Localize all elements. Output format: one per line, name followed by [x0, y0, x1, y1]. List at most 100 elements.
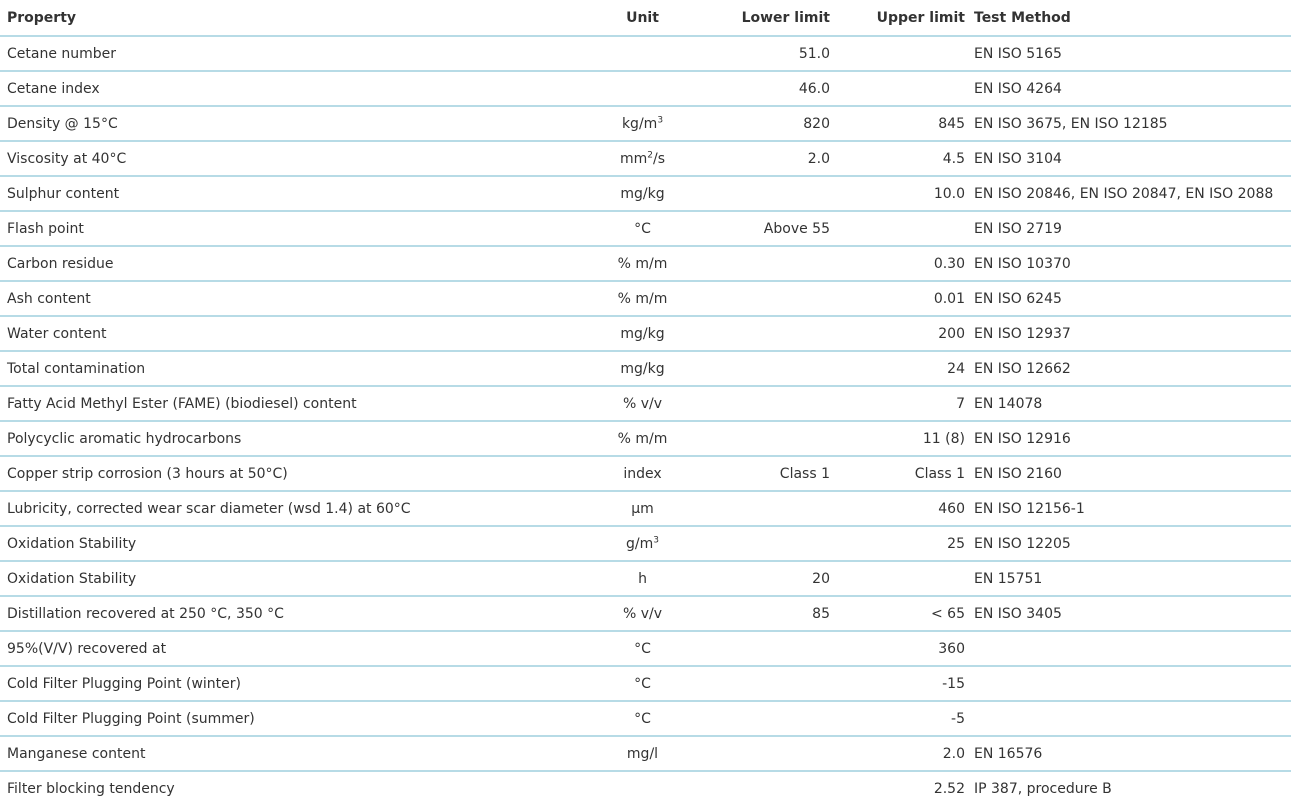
cell-test-method: EN 14078: [965, 386, 1291, 422]
cell-lower-limit: [720, 176, 830, 212]
cell-property: Flash point: [0, 211, 565, 247]
cell-test-method: EN ISO 2719: [965, 211, 1291, 247]
cell-property: Ash content: [0, 281, 565, 317]
cell-lower-limit: 85: [720, 596, 830, 632]
cell-upper-limit: 200: [830, 316, 965, 352]
cell-property: Density @ 15°C: [0, 106, 565, 142]
table-row: Carbon residue % m/m 0.30 EN ISO 10370: [0, 246, 1291, 282]
header-unit: Unit: [565, 0, 720, 37]
table-row: Cold Filter Plugging Point (summer) °C -5: [0, 701, 1291, 737]
cell-lower-limit: 2.0: [720, 141, 830, 177]
table-row: Oxidation Stability h 20 EN 15751: [0, 561, 1291, 597]
cell-test-method: EN ISO 2160: [965, 456, 1291, 492]
table-row: Water content mg/kg 200 EN ISO 12937: [0, 316, 1291, 352]
cell-property: Oxidation Stability: [0, 561, 565, 597]
cell-lower-limit: Class 1: [720, 456, 830, 492]
table-row: 95%(V/V) recovered at °C 360: [0, 631, 1291, 667]
cell-unit: kg/m3: [565, 106, 720, 142]
cell-unit: °C: [565, 211, 720, 247]
unit-text: % m/m: [617, 255, 668, 272]
unit-text: % m/m: [617, 430, 668, 447]
table-row: Density @ 15°C kg/m3 820 845 EN ISO 3675, EN…: [0, 106, 1291, 142]
cell-lower-limit: Above 55: [720, 211, 830, 247]
cell-lower-limit: [720, 666, 830, 702]
unit-text: h: [638, 570, 647, 587]
cell-unit: % m/m: [565, 421, 720, 457]
unit-text: °C: [634, 640, 651, 657]
cell-property: Viscosity at 40°C: [0, 141, 565, 177]
cell-property: Carbon residue: [0, 246, 565, 282]
cell-upper-limit: 4.5: [830, 141, 965, 177]
cell-upper-limit: Class 1: [830, 456, 965, 492]
table-row: Flash point °C Above 55 EN ISO 2719: [0, 211, 1291, 247]
unit-text: µm: [631, 500, 654, 517]
cell-upper-limit: 2.0: [830, 736, 965, 772]
cell-upper-limit: -15: [830, 666, 965, 702]
cell-unit: mg/l: [565, 736, 720, 772]
cell-lower-limit: [720, 631, 830, 667]
cell-unit: % m/m: [565, 246, 720, 282]
table-row: Distillation recovered at 250 °C, 350 °C…: [0, 596, 1291, 632]
cell-test-method: EN ISO 5165: [965, 36, 1291, 72]
cell-upper-limit: 10.0: [830, 176, 965, 212]
cell-lower-limit: [720, 421, 830, 457]
cell-test-method: EN ISO 3675, EN ISO 12185: [965, 106, 1291, 142]
table-row: Fatty Acid Methyl Ester (FAME) (biodiese…: [0, 386, 1291, 422]
unit-text: kg/m: [621, 115, 658, 132]
cell-upper-limit: 0.01: [830, 281, 965, 317]
cell-lower-limit: [720, 246, 830, 282]
cell-upper-limit: 460: [830, 491, 965, 527]
cell-upper-limit: 845: [830, 106, 965, 142]
cell-unit: mg/kg: [565, 351, 720, 387]
cell-upper-limit: 0.30: [830, 246, 965, 282]
cell-lower-limit: [720, 316, 830, 352]
table-body: Cetane number 51.0 EN ISO 5165 Cetane index…: [0, 36, 1291, 806]
cell-unit: index: [565, 456, 720, 492]
unit-text: mg/kg: [620, 360, 665, 377]
cell-test-method: [965, 631, 1291, 667]
cell-unit: [565, 71, 720, 107]
cell-unit: h: [565, 561, 720, 597]
cell-lower-limit: [720, 701, 830, 737]
cell-test-method: EN ISO 3104: [965, 141, 1291, 177]
table-row: Manganese content mg/l 2.0 EN 16576: [0, 736, 1291, 772]
unit-tail: /s: [653, 150, 666, 167]
cell-lower-limit: [720, 771, 830, 806]
cell-test-method: EN 16576: [965, 736, 1291, 772]
unit-text: g/m: [626, 535, 654, 552]
cell-test-method: EN ISO 4264: [965, 71, 1291, 107]
cell-property: Water content: [0, 316, 565, 352]
cell-property: Polycyclic aromatic hydrocarbons: [0, 421, 565, 457]
table-row: Ash content % m/m 0.01 EN ISO 6245: [0, 281, 1291, 317]
cell-test-method: EN ISO 12916: [965, 421, 1291, 457]
table-row: Viscosity at 40°C mm2/s 2.0 4.5 EN ISO 3104: [0, 141, 1291, 177]
cell-lower-limit: 51.0: [720, 36, 830, 72]
table-row: Total contamination mg/kg 24 EN ISO 12662: [0, 351, 1291, 387]
unit-text: % v/v: [622, 605, 663, 622]
cell-unit: °C: [565, 631, 720, 667]
cell-upper-limit: [830, 36, 965, 72]
cell-property: Cold Filter Plugging Point (summer): [0, 701, 565, 737]
header-lower-limit: Lower limit: [720, 0, 830, 37]
unit-text: index: [623, 465, 662, 482]
cell-test-method: EN ISO 12205: [965, 526, 1291, 562]
cell-test-method: EN ISO 3405: [965, 596, 1291, 632]
cell-upper-limit: 360: [830, 631, 965, 667]
cell-test-method: EN ISO 12937: [965, 316, 1291, 352]
cell-lower-limit: [720, 526, 830, 562]
cell-property: Cetane index: [0, 71, 565, 107]
cell-test-method: EN ISO 10370: [965, 246, 1291, 282]
table-row: Lubricity, corrected wear scar diameter …: [0, 491, 1291, 527]
cell-unit: % v/v: [565, 386, 720, 422]
cell-unit: mm2/s: [565, 141, 720, 177]
cell-test-method: EN ISO 6245: [965, 281, 1291, 317]
unit-text: mg/kg: [620, 185, 665, 202]
cell-property: 95%(V/V) recovered at: [0, 631, 565, 667]
cell-test-method: [965, 701, 1291, 737]
cell-upper-limit: 24: [830, 351, 965, 387]
cell-upper-limit: 7: [830, 386, 965, 422]
cell-test-method: EN ISO 12662: [965, 351, 1291, 387]
cell-property: Copper strip corrosion (3 hours at 50°C): [0, 456, 565, 492]
cell-property: Lubricity, corrected wear scar diameter …: [0, 491, 565, 527]
cell-upper-limit: [830, 71, 965, 107]
